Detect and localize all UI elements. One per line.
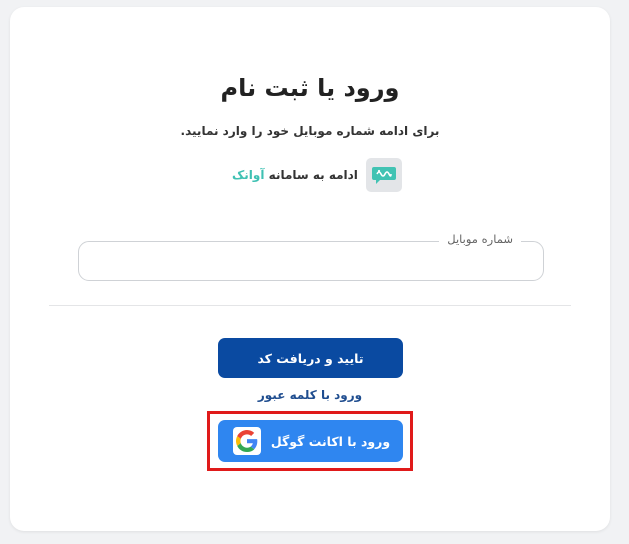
phone-field-label: شماره موبایل [439,232,521,246]
chat-bubble-logo-icon [365,158,402,192]
login-card: ورود یا ثبت نام برای ادامه شماره موبایل … [10,7,610,531]
google-login-button[interactable]: ورود با اکانت گوگل [218,420,403,462]
password-login-link[interactable]: ورود با کلمه عبور [10,388,610,402]
provider-prefix: ادامه به سامانه [264,168,358,182]
google-login-label: ورود با اکانت گوگل [270,433,391,449]
provider-row: ادامه به سامانه آوانک [232,155,402,195]
provider-name: آوانک [232,168,265,182]
divider [49,305,571,306]
phone-input[interactable] [89,246,533,276]
submit-button[interactable]: تایید و دریافت کد [218,338,403,378]
google-g-icon [233,427,261,455]
page-subtitle: برای ادامه شماره موبایل خود را وارد نمای… [180,124,440,138]
phone-field[interactable]: شماره موبایل [78,232,544,281]
provider-text: ادامه به سامانه آوانک [232,168,358,182]
page-title: ورود یا ثبت نام [220,74,400,102]
